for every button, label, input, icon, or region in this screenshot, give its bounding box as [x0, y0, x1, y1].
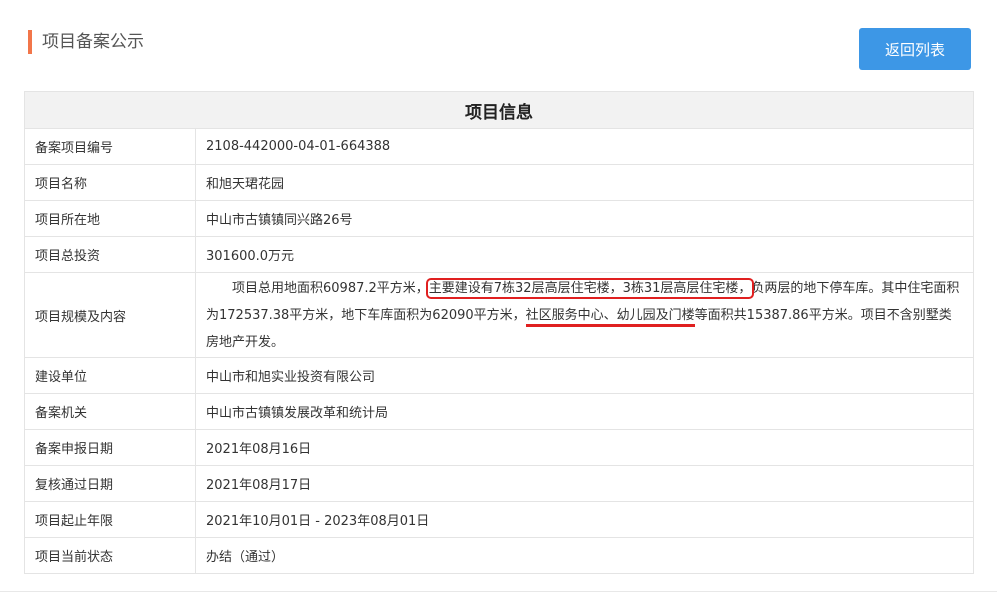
table-row: 项目名称 和旭天珺花园: [24, 164, 974, 201]
table-row: 建设单位 中山市和旭实业投资有限公司: [24, 357, 974, 394]
row-value: 中山市古镇镇同兴路26号: [195, 200, 974, 237]
table-heading: 项目信息: [24, 91, 974, 129]
row-value: 2021年08月17日: [195, 465, 974, 502]
table-row-scale: 项目规模及内容 项目总用地面积60987.2平方米，主要建设有7栋32层高层住宅…: [24, 272, 974, 358]
row-label: 项目当前状态: [24, 537, 196, 574]
table-row: 项目所在地 中山市古镇镇同兴路26号: [24, 200, 974, 237]
table-row: 复核通过日期 2021年08月17日: [24, 465, 974, 502]
row-label: 备案申报日期: [24, 429, 196, 466]
highlighted-buildings-text: 主要建设有7栋32层高层住宅楼，3栋31层高层住宅楼，: [425, 277, 755, 299]
table-row: 备案项目编号 2108-442000-04-01-664388: [24, 128, 974, 165]
table-row: 项目当前状态 办结（通过）: [24, 537, 974, 574]
project-scale-text: 项目总用地面积60987.2平方米，主要建设有7栋32层高层住宅楼，3栋31层高…: [195, 272, 974, 358]
row-label: 项目名称: [24, 164, 196, 201]
row-label: 备案机关: [24, 393, 196, 430]
table-row: 项目起止年限 2021年10月01日 - 2023年08月01日: [24, 501, 974, 538]
page-title: 项目备案公示: [42, 32, 144, 52]
table-heading-row: 项目信息: [24, 91, 974, 129]
underlined-facilities-text: 社区服务中心、幼儿园及门楼: [525, 307, 695, 327]
table-row: 备案申报日期 2021年08月16日: [24, 429, 974, 466]
table-row: 备案机关 中山市古镇镇发展改革和统计局: [24, 393, 974, 430]
table-row: 项目总投资 301600.0万元: [24, 236, 974, 273]
back-to-list-button[interactable]: 返回列表: [859, 28, 971, 70]
row-label: 项目所在地: [24, 200, 196, 237]
row-value: 2021年10月01日 - 2023年08月01日: [195, 501, 974, 538]
row-value: 和旭天珺花园: [195, 164, 974, 201]
row-label: 复核通过日期: [24, 465, 196, 502]
scale-text-part1: 项目总用地面积60987.2平方米，: [232, 280, 429, 296]
page-title-bar: 项目备案公示: [28, 30, 144, 54]
row-value: 2108-442000-04-01-664388: [195, 128, 974, 165]
row-label: 项目规模及内容: [24, 272, 196, 358]
row-label: 项目起止年限: [24, 501, 196, 538]
project-info-table: 项目信息 备案项目编号 2108-442000-04-01-664388 项目名…: [24, 91, 974, 574]
row-label: 项目总投资: [24, 236, 196, 273]
row-label: 备案项目编号: [24, 128, 196, 165]
row-value: 中山市古镇镇发展改革和统计局: [195, 393, 974, 430]
row-value: 中山市和旭实业投资有限公司: [195, 357, 974, 394]
row-value: 2021年08月16日: [195, 429, 974, 466]
row-value: 301600.0万元: [195, 236, 974, 273]
row-label: 建设单位: [24, 357, 196, 394]
page-bottom-divider: [0, 591, 997, 592]
row-value: 办结（通过）: [195, 537, 974, 574]
